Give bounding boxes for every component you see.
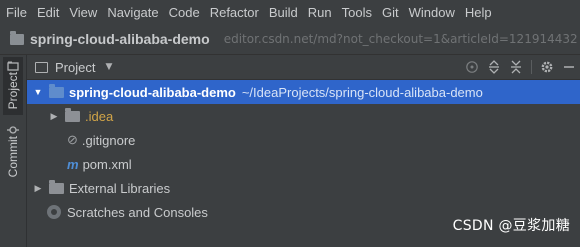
tree-row-pom[interactable]: m pom.xml <box>27 152 580 176</box>
gitignore-file-icon: ⊘ <box>67 132 78 147</box>
tree-row-root[interactable]: ▼ spring-cloud-alibaba-demo ~/IdeaProjec… <box>27 80 580 104</box>
csdn-watermark: CSDN @豆浆加糖 <box>452 218 570 234</box>
menu-file[interactable]: File <box>0 5 32 20</box>
project-view-title[interactable]: Project <box>55 60 95 75</box>
target-icon[interactable] <box>464 59 480 75</box>
project-folder-icon <box>7 61 19 71</box>
folder-icon <box>65 107 80 122</box>
menu-run[interactable]: Run <box>303 5 337 20</box>
panel-toolbar <box>461 55 580 79</box>
menu-build[interactable]: Build <box>264 5 303 20</box>
menu-edit[interactable]: Edit <box>32 5 64 20</box>
root-module-path: ~/IdeaProjects/spring-cloud-alibaba-demo <box>241 84 483 100</box>
menu-window[interactable]: Window <box>404 5 460 20</box>
menu-view[interactable]: View <box>64 5 102 20</box>
gitignore-file-name: .gitignore <box>81 132 136 148</box>
toolbar-separator <box>531 60 532 74</box>
menu-bar: File Edit View Navigate Code Refactor Bu… <box>0 0 580 24</box>
tree-row-idea[interactable]: ▶ .idea <box>27 104 580 128</box>
module-folder-icon <box>49 83 64 98</box>
menu-tools[interactable]: Tools <box>337 5 377 20</box>
folder-icon <box>10 30 24 45</box>
minimize-icon[interactable] <box>561 59 577 75</box>
commit-tool-tab[interactable]: Commit <box>3 121 23 183</box>
left-tool-window-bar: Project Commit <box>0 55 27 247</box>
root-module-name: spring-cloud-alibaba-demo <box>69 84 236 100</box>
commit-tool-label: Commit <box>6 136 20 178</box>
project-panel-header: Project ▼ <box>27 55 580 80</box>
menu-code[interactable]: Code <box>164 5 205 20</box>
menu-help[interactable]: Help <box>460 5 497 20</box>
scratches-icon <box>47 205 61 219</box>
tree-row-external-libraries[interactable]: ▶ External Libraries <box>27 176 580 200</box>
maven-file-icon: m <box>67 156 79 172</box>
menu-navigate[interactable]: Navigate <box>102 5 163 20</box>
project-tool-label: Project <box>6 72 20 110</box>
navigation-bar: spring-cloud-alibaba-demo editor.csdn.ne… <box>0 24 580 55</box>
project-breadcrumb[interactable]: spring-cloud-alibaba-demo <box>30 31 210 47</box>
gear-icon[interactable] <box>539 59 555 75</box>
chevron-right-icon[interactable]: ▶ <box>49 111 59 122</box>
tree-row-gitignore[interactable]: ⊘ .gitignore <box>27 128 580 152</box>
library-icon <box>49 179 64 194</box>
external-libraries-label: External Libraries <box>69 180 171 196</box>
background-url: editor.csdn.net/md?not_checkout=1&articl… <box>223 32 578 46</box>
menu-git[interactable]: Git <box>377 5 404 20</box>
menu-refactor[interactable]: Refactor <box>205 5 264 20</box>
scratches-label: Scratches and Consoles <box>67 204 208 220</box>
pom-file-name: pom.xml <box>82 156 132 172</box>
expand-all-icon[interactable] <box>486 59 502 75</box>
chevron-down-icon[interactable]: ▼ <box>33 87 43 97</box>
project-view-icon <box>35 61 48 73</box>
collapse-all-icon[interactable] <box>508 59 524 75</box>
chevron-right-icon[interactable]: ▶ <box>33 183 43 194</box>
commit-icon <box>7 126 19 134</box>
project-tool-tab[interactable]: Project <box>3 57 23 115</box>
chevron-down-icon[interactable]: ▼ <box>105 62 112 72</box>
idea-folder-name: .idea <box>85 108 114 124</box>
